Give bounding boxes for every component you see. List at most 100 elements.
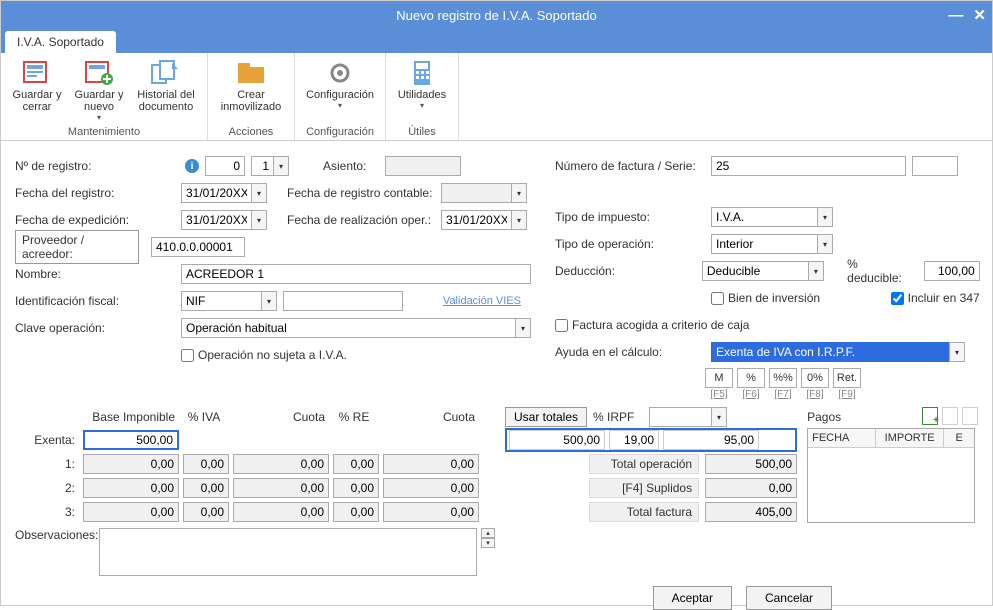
tab-iva-soportado[interactable]: I.V.A. Soportado [5,31,116,53]
chk-op-no-iva[interactable]: Operación no sujeta a I.V.A. [181,348,347,362]
r3-cuota[interactable] [233,502,329,522]
label-freg: Fecha del registro: [15,186,175,200]
save-close-button[interactable]: Guardar y cerrar [9,57,65,124]
irpf-base[interactable] [509,430,605,450]
nreg-a-input[interactable] [205,156,245,176]
fexp-input[interactable] [181,210,251,230]
freg-cont-input[interactable] [441,183,511,203]
freal-input[interactable] [441,210,511,230]
idfiscal-num[interactable] [283,291,403,311]
config-button[interactable]: Configuración ▾ [303,57,377,124]
doc-delete-icon[interactable] [962,407,978,425]
exenta-base[interactable] [83,430,179,450]
window-title: Nuevo registro de I.V.A. Soportado [396,8,596,23]
mini-pct[interactable]: % [737,368,765,388]
save-new-button[interactable]: Guardar y nuevo ▾ [71,57,127,124]
irpf-drop[interactable]: ▾ [711,407,727,427]
ayuda-calc-drop[interactable]: ▾ [949,342,965,362]
r1-cuota[interactable] [233,454,329,474]
nombre-input[interactable] [181,264,531,284]
r2-pre[interactable] [333,478,379,498]
minimize-icon[interactable]: — [948,7,963,24]
r3-cuota2[interactable] [383,502,479,522]
window-controls: — ✕ [948,1,986,29]
mini-m[interactable]: M [705,368,733,388]
caret-icon: ▾ [338,101,342,110]
group-mantenimiento: Mantenimiento [9,124,199,140]
tipo-op-input[interactable] [711,234,817,254]
save-new-label: Guardar y nuevo [71,89,127,113]
serie-input[interactable] [912,156,958,176]
irpf-pct[interactable] [609,430,659,450]
nreg-drop[interactable]: ▾ [273,156,289,176]
pct-ded-input[interactable] [924,261,980,281]
freg-cont-drop[interactable]: ▾ [511,183,527,203]
clave-drop[interactable]: ▾ [515,318,531,338]
col-importe[interactable]: IMPORTE [876,429,944,447]
label-proveedor[interactable]: Proveedor / acreedor: [15,230,139,264]
label-ayuda-calc: Ayuda en el cálculo: [555,345,705,359]
create-asset-button[interactable]: Crear inmovilizado [216,57,286,124]
config-label: Configuración [306,89,374,101]
aceptar-button[interactable]: Aceptar [653,586,732,610]
col-fecha[interactable]: FECHA [808,429,876,447]
tipo-op-drop[interactable]: ▾ [817,234,833,254]
col-e[interactable]: E [944,429,974,447]
label-fexp: Fecha de expedición: [15,213,175,227]
r3-piva[interactable] [183,502,229,522]
r2-cuota[interactable] [233,478,329,498]
deduccion-input[interactable] [702,261,808,281]
pagos-body[interactable] [808,448,974,522]
freg-drop[interactable]: ▾ [251,183,267,203]
asiento-input[interactable] [385,156,461,176]
ayuda-calc-input[interactable] [711,342,949,362]
r1-piva[interactable] [183,454,229,474]
history-button[interactable]: Historial del documento [133,57,199,124]
utilities-button[interactable]: Utilidades ▾ [394,57,450,124]
r2-cuota2[interactable] [383,478,479,498]
h-cuota: Cuota [233,410,329,424]
r1-cuota2[interactable] [383,454,479,474]
r3-base[interactable] [83,502,179,522]
label-pagos: Pagos [807,410,841,424]
r1-base[interactable] [83,454,179,474]
close-icon[interactable]: ✕ [973,6,986,24]
clave-input[interactable] [181,318,515,338]
r2-base[interactable] [83,478,179,498]
usar-totales-button[interactable]: Usar totales [505,407,587,427]
h-cuota2: Cuota [383,410,479,424]
proveedor-input[interactable] [151,237,245,257]
fexp-drop[interactable]: ▾ [251,210,267,230]
cancelar-button[interactable]: Cancelar [746,586,832,610]
freal-drop[interactable]: ▾ [511,210,527,230]
doc-edit-icon[interactable] [942,407,958,425]
irpf-sel[interactable] [649,407,711,427]
deduccion-drop[interactable]: ▾ [808,261,824,281]
chk-bien-inversion[interactable]: Bien de inversión [711,291,820,305]
info-icon[interactable]: i [185,159,199,173]
tipo-imp-drop[interactable]: ▾ [817,207,833,227]
irpf-cuota[interactable] [663,430,759,450]
r2-piva[interactable] [183,478,229,498]
r1-pre[interactable] [333,454,379,474]
tipo-imp-input[interactable] [711,207,817,227]
caret-icon: ▾ [420,101,424,110]
r3-pre[interactable] [333,502,379,522]
title-bar: Nuevo registro de I.V.A. Soportado — ✕ [1,1,992,29]
observ-spinner[interactable]: ▴▾ [481,528,495,548]
nfact-input[interactable] [711,156,906,176]
mini-ret[interactable]: Ret. [833,368,861,388]
doc-add-icon[interactable]: + [922,407,938,425]
nreg-b-input[interactable] [251,156,273,176]
observaciones-input[interactable] [99,528,477,576]
mini-pctpct[interactable]: %% [769,368,797,388]
row1-label: 1: [15,457,79,471]
idfiscal-drop[interactable]: ▾ [261,291,277,311]
freg-input[interactable] [181,183,251,203]
chk-criterio-caja[interactable]: Factura acogida a criterio de caja [555,318,749,332]
mini-zero[interactable]: 0% [801,368,829,388]
link-validacion-vies[interactable]: Validación VIES [443,295,521,307]
chk-incluir-347[interactable]: Incluir en 347 [891,291,980,305]
idfiscal-tipo[interactable] [181,291,261,311]
suplidos-label[interactable]: [F4] Suplidos [589,478,699,498]
